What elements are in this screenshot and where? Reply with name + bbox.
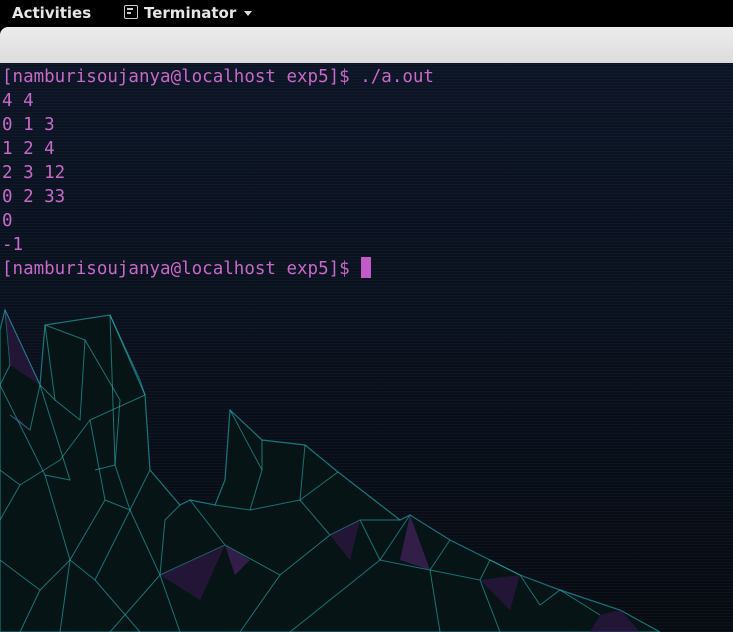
terminal-line: 4 4 — [2, 91, 34, 111]
terminal-line: 1 2 4 — [2, 139, 55, 159]
terminal-line: 0 — [2, 211, 13, 231]
terminal-line: 2 3 12 — [2, 163, 66, 183]
terminal-line: 0 2 33 — [2, 187, 66, 207]
terminal-line: [namburisoujanya@localhost exp5]$ ./a.ou… — [2, 67, 434, 87]
app-menu[interactable]: Terminator — [124, 4, 253, 22]
top-bar: Activities Terminator — [0, 0, 733, 27]
chevron-down-icon — [244, 10, 253, 16]
window-title-bar[interactable] — [0, 27, 733, 64]
activities-button[interactable]: Activities — [12, 4, 91, 22]
prompt-line[interactable]: [namburisoujanya@localhost exp5]$ — [2, 257, 434, 281]
terminal-line: 0 1 3 — [2, 115, 55, 135]
text-cursor — [360, 257, 371, 278]
terminal-line: -1 — [2, 235, 24, 255]
terminal-output: [namburisoujanya@localhost exp5]$ ./a.ou… — [2, 65, 434, 281]
terminal-area[interactable]: [namburisoujanya@localhost exp5]$ ./a.ou… — [0, 63, 733, 632]
shell-prompt: [namburisoujanya@localhost exp5]$ — [2, 259, 350, 279]
app-menu-label: Terminator — [144, 4, 237, 22]
terminal-icon — [124, 5, 138, 19]
